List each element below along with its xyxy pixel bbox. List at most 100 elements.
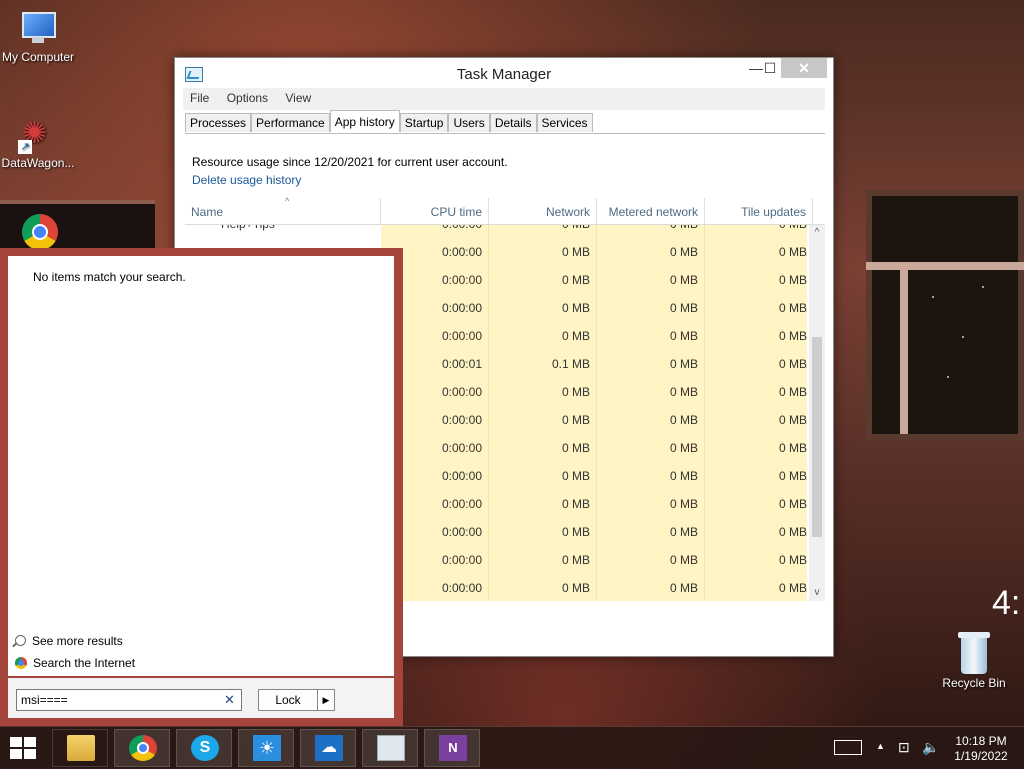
chrome-icon	[15, 657, 27, 669]
table-row[interactable]: ?Help+Tips0:00:000 MB0 MB0 MB	[185, 225, 807, 240]
volume-icon[interactable]: 🔈	[922, 739, 939, 756]
tile-updates-cell: 0 MB	[705, 576, 807, 601]
network-cell: 0 MB	[489, 520, 597, 548]
metered-network-cell: 0 MB	[597, 324, 705, 352]
metered-network-cell: 0 MB	[597, 464, 705, 492]
taskbar-skype[interactable]: S	[176, 729, 232, 767]
column-header-metered-network[interactable]: Metered network	[597, 198, 705, 224]
desktop-icon-datawagon[interactable]: ✺ ↗ DataWagon...	[0, 118, 76, 171]
tile-updates-cell: 0 MB	[705, 240, 807, 268]
app-name-cell: Help+Tips	[185, 225, 381, 240]
clock-date: 1/19/2022	[954, 749, 1008, 763]
metered-network-cell: 0 MB	[597, 548, 705, 576]
computer-icon	[18, 12, 58, 48]
menu-options[interactable]: Options	[220, 88, 275, 108]
metered-network-cell: 0 MB	[597, 352, 705, 380]
tab-processes[interactable]: Processes	[185, 113, 252, 132]
metered-network-cell: 0 MB	[597, 380, 705, 408]
no-results-message: No items match your search.	[33, 270, 186, 284]
network-cell: 0 MB	[489, 324, 597, 352]
skype-icon: S	[191, 735, 219, 761]
task-manager-icon	[377, 735, 405, 761]
network-cell: 0 MB	[489, 240, 597, 268]
title-bar[interactable]: Task Manager — ☐ ✕	[175, 58, 833, 88]
metered-network-cell: 0 MB	[597, 520, 705, 548]
tile-updates-cell: 0 MB	[705, 520, 807, 548]
tab-performance[interactable]: Performance	[251, 113, 330, 132]
chrome-icon	[22, 214, 58, 250]
desktop-icon-recycle-bin[interactable]: Recycle Bin	[936, 632, 1012, 690]
network-icon[interactable]: ⊡	[898, 739, 910, 756]
taskbar-onedrive[interactable]: ☁	[300, 729, 356, 767]
start-button[interactable]	[10, 737, 38, 761]
tile-updates-cell: 0 MB	[705, 492, 807, 520]
close-button[interactable]: ✕	[781, 58, 827, 78]
network-cell: 0.1 MB	[489, 352, 597, 380]
tile-updates-cell: 0 MB	[705, 324, 807, 352]
search-input[interactable]	[16, 689, 242, 711]
metered-network-cell: 0 MB	[597, 408, 705, 436]
network-cell: 0 MB	[489, 548, 597, 576]
tab-details[interactable]: Details	[489, 113, 537, 132]
metered-network-cell: 0 MB	[597, 492, 705, 520]
scroll-thumb[interactable]	[812, 337, 822, 537]
menu-view[interactable]: View	[278, 88, 318, 108]
sun-icon: ☀	[253, 735, 281, 761]
search-results-area: No items match your search. See more res…	[8, 256, 394, 676]
resource-usage-info: Resource usage since 12/20/2021 for curr…	[192, 155, 508, 169]
desktop-icon-label: DataWagon...	[1, 156, 75, 170]
taskbar-chrome[interactable]	[114, 729, 170, 767]
taskbar-task-manager[interactable]	[362, 729, 418, 767]
wallpaper-clock-fragment: 4:	[992, 584, 1021, 622]
folder-icon	[67, 735, 95, 761]
show-hidden-icons-icon[interactable]: ▲	[876, 741, 885, 751]
column-header-name[interactable]: ^ Name	[185, 196, 381, 224]
cloud-icon: ☁	[315, 735, 343, 761]
metered-network-cell: 0 MB	[597, 240, 705, 268]
desktop-icon-label: My Computer	[1, 50, 75, 64]
network-cell: 0 MB	[489, 464, 597, 492]
taskbar-weather[interactable]: ☀	[238, 729, 294, 767]
network-cell: 0 MB	[489, 380, 597, 408]
network-cell: 0 MB	[489, 436, 597, 464]
taskbar: S ☀ ☁ N ▲ ⊡ 🔈 10:18 PM 1/19/2022	[0, 726, 1024, 769]
taskbar-onenote[interactable]: N	[424, 729, 480, 767]
desktop-icon-my-computer[interactable]: My Computer	[0, 12, 76, 64]
tab-divider	[185, 133, 825, 134]
network-cell: 0 MB	[489, 408, 597, 436]
wallpaper-window-right	[866, 190, 1024, 440]
column-header-cpu-time[interactable]: CPU time	[381, 198, 489, 224]
network-cell: 0 MB	[489, 268, 597, 296]
clear-search-icon[interactable]: ✕	[224, 692, 235, 708]
column-header-network[interactable]: Network	[489, 198, 597, 224]
tab-services[interactable]: Services	[536, 113, 593, 132]
lock-button[interactable]: Lock	[258, 689, 318, 711]
tab-app-history[interactable]: App history	[329, 110, 400, 132]
taskbar-clock[interactable]: 10:18 PM 1/19/2022	[946, 734, 1016, 764]
desktop-icon-chrome[interactable]	[2, 214, 78, 252]
network-cell: 0 MB	[489, 576, 597, 601]
column-header-tile-updates[interactable]: Tile updates	[705, 198, 813, 224]
scroll-up-icon[interactable]: ^	[809, 225, 825, 241]
tile-updates-cell: 0 MB	[705, 268, 807, 296]
search-the-internet-link[interactable]: Search the Internet	[15, 656, 135, 670]
cpu-time-cell: 0:00:00	[381, 225, 489, 240]
taskbar-file-explorer[interactable]	[52, 729, 108, 767]
recycle-bin-icon	[958, 632, 990, 674]
tile-updates-cell: 0 MB	[705, 436, 807, 464]
start-search-pane: No items match your search. See more res…	[0, 248, 403, 726]
clock-time: 10:18 PM	[955, 734, 1007, 748]
delete-usage-history-link[interactable]: Delete usage history	[192, 173, 301, 187]
tile-updates-cell: 0 MB	[705, 464, 807, 492]
power-options-arrow-icon[interactable]: ▶	[317, 689, 335, 711]
tab-users[interactable]: Users	[448, 113, 490, 132]
tab-startup[interactable]: Startup	[399, 113, 449, 132]
menu-file[interactable]: File	[183, 88, 216, 108]
tab-strip: Processes Performance App history Startu…	[185, 110, 593, 133]
keyboard-icon[interactable]	[834, 740, 862, 755]
network-cell: 0 MB	[489, 492, 597, 520]
vertical-scrollbar[interactable]: ^ v	[809, 225, 825, 601]
tile-updates-cell: 0 MB	[705, 408, 807, 436]
see-more-results-link[interactable]: See more results	[15, 634, 123, 648]
scroll-down-icon[interactable]: v	[809, 585, 825, 601]
